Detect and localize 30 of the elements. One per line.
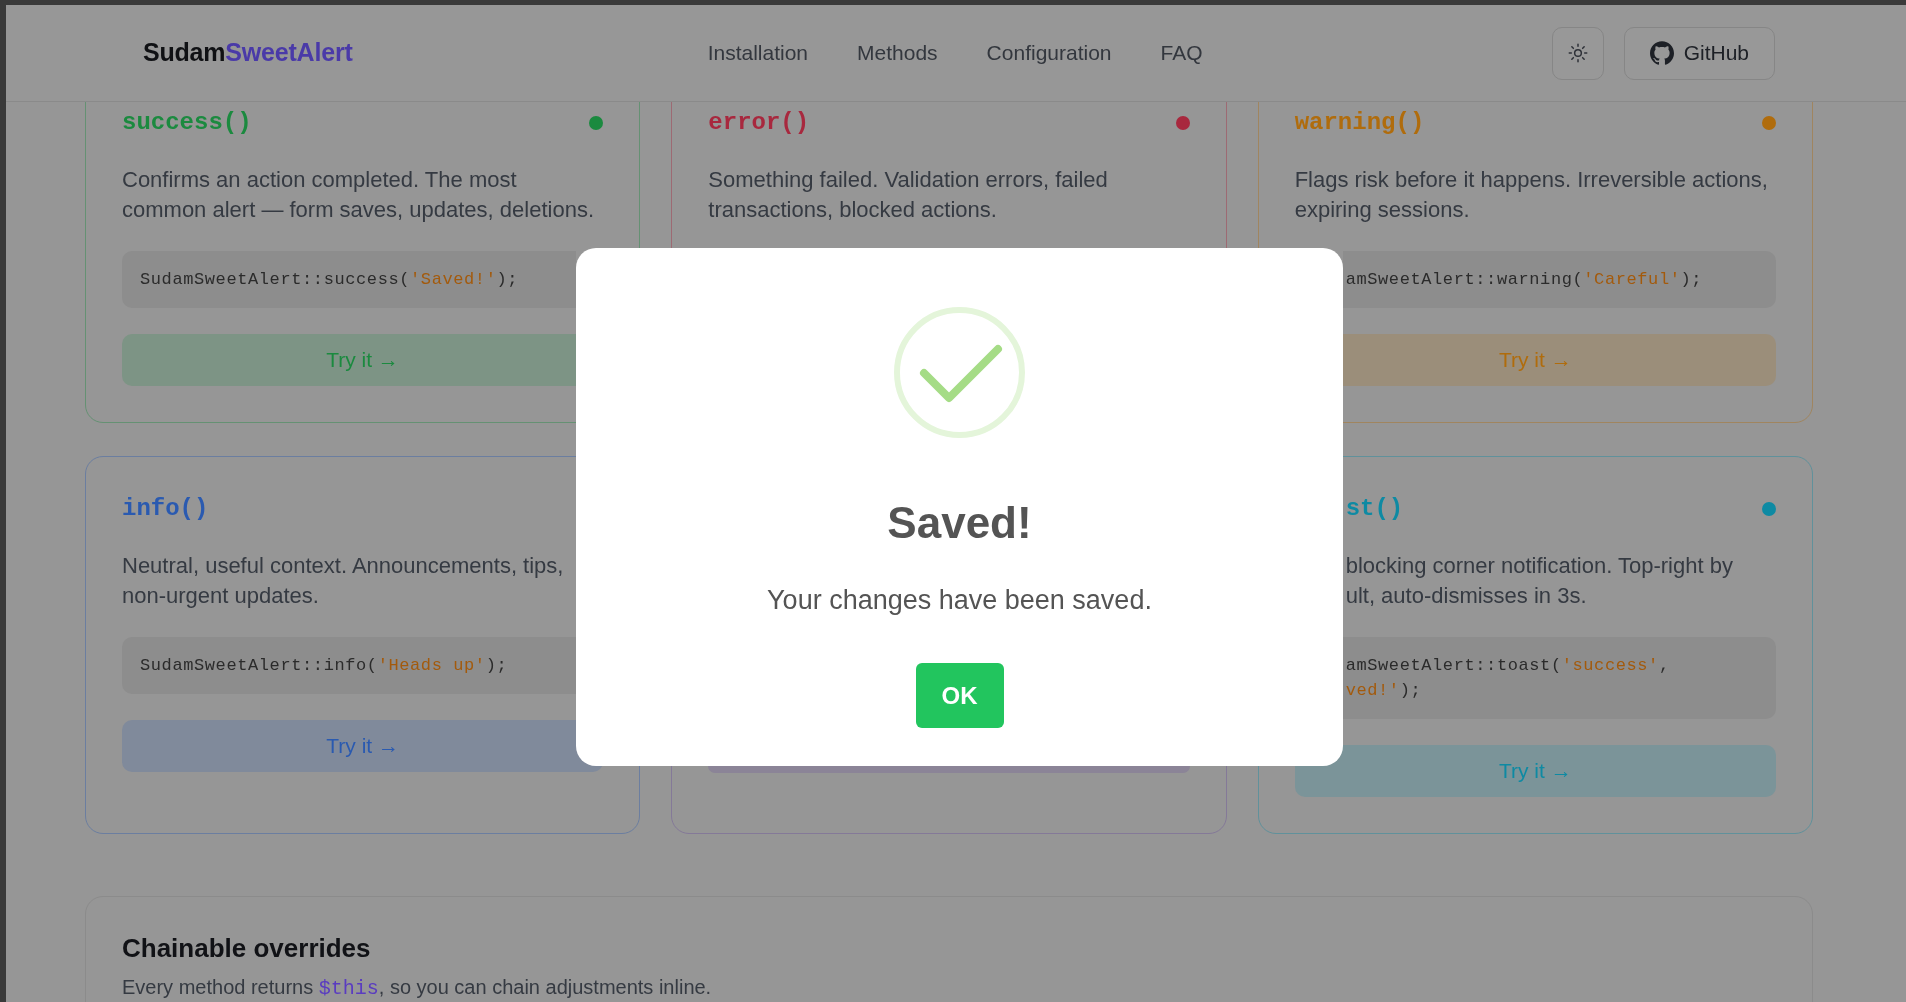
method-description: Flags risk before it happens. Irreversible actions, expiring sessions. <box>1294 166 1769 224</box>
code-snippet: amSweetAlert::toast('success', ved!'); <box>1345 655 1670 702</box>
code-snippet: SudamSweetAlert::info('Heads up'); <box>140 655 508 677</box>
method-description: Neutral, useful context. Announcements, tips, non-urgent updates. <box>122 552 565 610</box>
method-title: info() <box>122 494 209 524</box>
dialog-title: Saved! <box>887 497 1032 549</box>
method-title: error() <box>708 108 810 138</box>
method-title: warning() <box>1294 108 1425 138</box>
nav-link[interactable]: Installation <box>707 37 809 69</box>
nav-link[interactable]: Methods <box>857 37 938 69</box>
check-circle-icon <box>894 307 1025 438</box>
section-text: Every method returns $this, so you can chain adjustments inline. <box>122 975 713 1002</box>
sun-icon <box>1567 43 1588 63</box>
method-description: Confirms an action completed. The most common alert — form saves, updates, deletions. <box>122 166 595 224</box>
logo[interactable]: SudamSweetAlert <box>143 34 353 72</box>
method-title: st() <box>1345 494 1404 524</box>
ok-button[interactable]: OK <box>915 663 1004 728</box>
code-snippet: SudamSweetAlert::success('Saved!'); <box>140 269 519 291</box>
github-icon <box>1649 41 1674 65</box>
theme-toggle-button[interactable] <box>1551 26 1604 80</box>
nav-link[interactable]: FAQ <box>1160 37 1203 69</box>
code-snippet: amSweetAlert::warning('Careful'); <box>1345 269 1703 291</box>
method-title: success() <box>122 108 252 138</box>
description-line: blocking corner notification. Top-right by <box>1345 552 1733 580</box>
github-button[interactable]: GitHub <box>1623 26 1775 80</box>
description-line: ult, auto-dismisses in 3s. <box>1345 582 1587 610</box>
dialog-message: Your changes have been saved. <box>767 584 1152 617</box>
nav-link[interactable]: Configuration <box>986 37 1112 69</box>
section-title: Chainable overrides <box>122 932 372 964</box>
method-description: Something failed. Validation errors, failed transactions, blocked actions. <box>708 166 1109 224</box>
